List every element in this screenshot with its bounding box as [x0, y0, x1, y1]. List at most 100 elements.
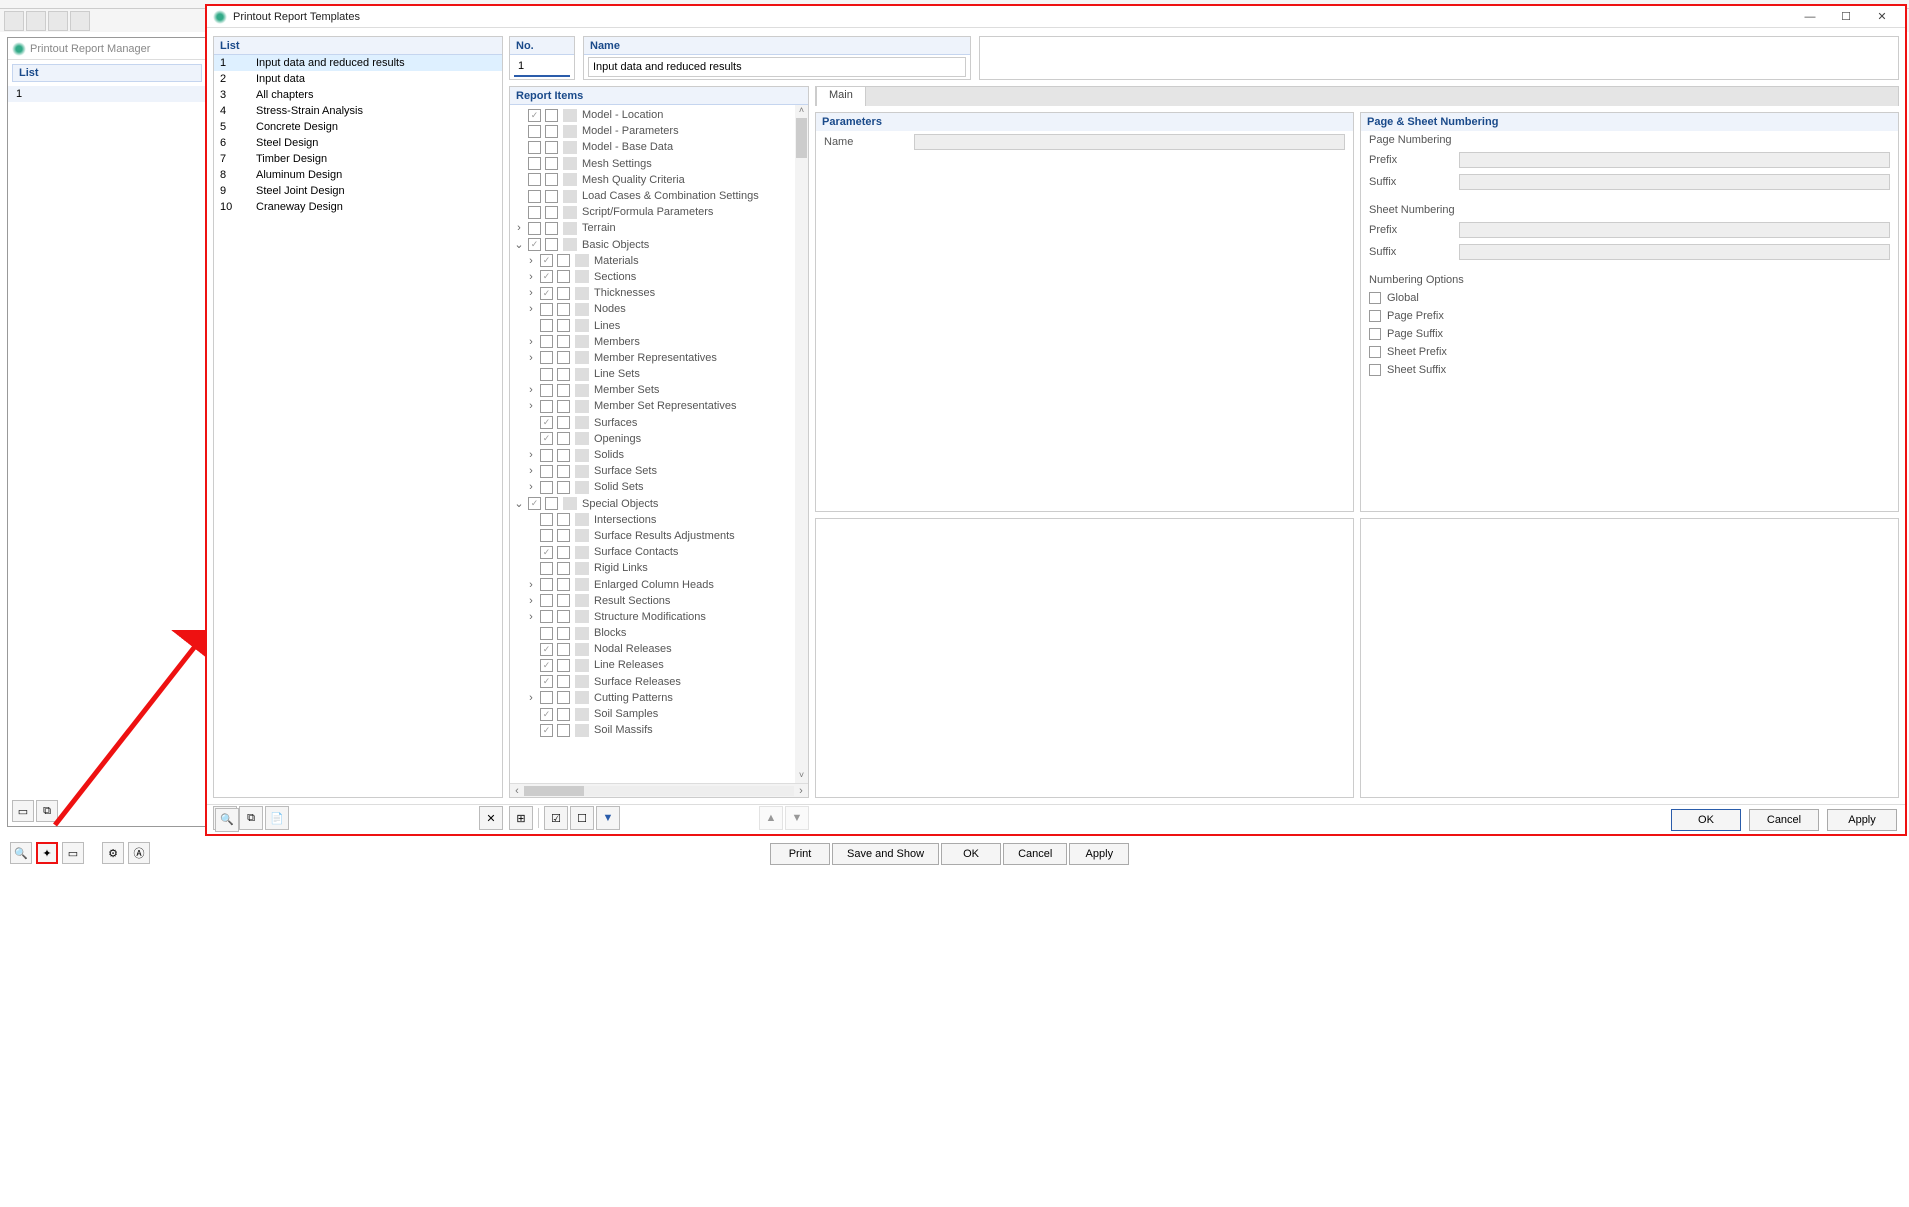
tree-checkbox[interactable]	[540, 481, 553, 494]
tree-item[interactable]: ›Enlarged Column Heads	[510, 576, 808, 592]
tree-checkbox-2[interactable]	[557, 400, 570, 413]
apply-button-bg[interactable]: Apply	[1069, 843, 1129, 865]
tree-checkbox-2[interactable]	[545, 109, 558, 122]
numbering-option-row[interactable]: Sheet Prefix	[1361, 343, 1898, 361]
option-checkbox[interactable]	[1369, 292, 1381, 304]
tree-checkbox[interactable]	[528, 190, 541, 203]
option-checkbox[interactable]	[1369, 310, 1381, 322]
tree-checkbox[interactable]	[540, 724, 553, 737]
tree-checkbox[interactable]	[540, 708, 553, 721]
tree-item[interactable]: ›Surface Sets	[510, 463, 808, 479]
tree-checkbox-2[interactable]	[557, 351, 570, 364]
expand-icon[interactable]: ›	[524, 692, 538, 704]
copy-button[interactable]: ⧉	[36, 800, 58, 822]
tree-checkbox[interactable]	[528, 125, 541, 138]
tree-checkbox-2[interactable]	[557, 562, 570, 575]
toolbar-btn[interactable]	[70, 11, 90, 31]
tree-item[interactable]: Script/Formula Parameters	[510, 204, 808, 220]
option-checkbox[interactable]	[1369, 346, 1381, 358]
template-list-row[interactable]: 9Steel Joint Design	[214, 183, 502, 199]
template-list-row[interactable]: 8Aluminum Design	[214, 167, 502, 183]
tree-item[interactable]: Intersections	[510, 512, 808, 528]
sheet-prefix-input[interactable]	[1459, 222, 1890, 238]
numbering-option-row[interactable]: Page Suffix	[1361, 325, 1898, 343]
tree-item[interactable]: Surface Releases	[510, 674, 808, 690]
scroll-left-icon[interactable]: ‹	[510, 785, 524, 797]
tree-checkbox-2[interactable]	[557, 659, 570, 672]
tree-checkbox-2[interactable]	[557, 724, 570, 737]
ok-button[interactable]: OK	[1671, 809, 1741, 831]
template-list-row[interactable]: 2Input data	[214, 71, 502, 87]
export-button[interactable]: ▭	[62, 842, 84, 864]
tree-checkbox-2[interactable]	[557, 287, 570, 300]
tree-checkbox[interactable]	[540, 513, 553, 526]
tree-item[interactable]: Soil Samples	[510, 706, 808, 722]
tree-checkbox[interactable]	[540, 643, 553, 656]
tree-checkbox[interactable]	[528, 141, 541, 154]
tree-checkbox[interactable]	[528, 173, 541, 186]
expand-icon[interactable]: ›	[524, 481, 538, 493]
numbering-option-row[interactable]: Sheet Suffix	[1361, 361, 1898, 379]
tree-item[interactable]: ›Solid Sets	[510, 479, 808, 495]
expand-icon[interactable]: ›	[524, 271, 538, 283]
page-prefix-input[interactable]	[1459, 152, 1890, 168]
tree-item[interactable]: ›Member Representatives	[510, 350, 808, 366]
expand-icon[interactable]: ›	[524, 303, 538, 315]
tree-checkbox-2[interactable]	[557, 610, 570, 623]
cancel-button-bg[interactable]: Cancel	[1003, 843, 1067, 865]
tree-checkbox[interactable]	[540, 270, 553, 283]
tree-item[interactable]: ›Cutting Patterns	[510, 690, 808, 706]
tree-checkbox-2[interactable]	[545, 190, 558, 203]
tree-checkbox[interactable]	[540, 400, 553, 413]
tree-item[interactable]: Mesh Quality Criteria	[510, 172, 808, 188]
tree-checkbox[interactable]	[540, 578, 553, 591]
expand-icon[interactable]: ›	[524, 579, 538, 591]
expand-icon[interactable]: ›	[524, 336, 538, 348]
expand-icon[interactable]: ›	[512, 222, 526, 234]
name-input[interactable]	[588, 57, 966, 77]
tree-checkbox-2[interactable]	[557, 335, 570, 348]
help-button-dialog[interactable]: 🔍	[215, 808, 239, 832]
expand-icon[interactable]: ⌄	[512, 238, 526, 251]
tree-item[interactable]: Load Cases & Combination Settings	[510, 188, 808, 204]
expand-icon[interactable]: ⌄	[512, 497, 526, 510]
tree-checkbox[interactable]	[540, 562, 553, 575]
tree-item[interactable]: Rigid Links	[510, 560, 808, 576]
tree-checkbox[interactable]	[540, 449, 553, 462]
tree-checkbox-2[interactable]	[557, 594, 570, 607]
scroll-right-icon[interactable]: ›	[794, 785, 808, 797]
tree-checkbox-2[interactable]	[545, 173, 558, 186]
tree-item[interactable]: Surface Contacts	[510, 544, 808, 560]
tree-checkbox-2[interactable]	[545, 206, 558, 219]
tree-checkbox[interactable]	[540, 287, 553, 300]
tree-hscrollbar[interactable]: ‹ ›	[510, 783, 808, 797]
expand-icon[interactable]: ›	[524, 595, 538, 607]
tree-checkbox-2[interactable]	[545, 222, 558, 235]
tree-checkbox-2[interactable]	[557, 416, 570, 429]
tree-checkbox-2[interactable]	[557, 546, 570, 559]
option-checkbox[interactable]	[1369, 364, 1381, 376]
manager-list-row[interactable]: 1	[8, 86, 206, 102]
cancel-button[interactable]: Cancel	[1749, 809, 1819, 831]
tree-item[interactable]: ›Member Set Representatives	[510, 398, 808, 414]
tree-item[interactable]: Model - Parameters	[510, 123, 808, 139]
tree-item[interactable]: ›Members	[510, 334, 808, 350]
expand-icon[interactable]: ›	[524, 465, 538, 477]
language-button[interactable]: Ⓐ	[128, 842, 150, 864]
tree-item[interactable]: ›Sections	[510, 269, 808, 285]
option-checkbox[interactable]	[1369, 328, 1381, 340]
tree-item[interactable]: ›Materials	[510, 253, 808, 269]
tree-item[interactable]: Line Releases	[510, 657, 808, 673]
tree-item[interactable]: Openings	[510, 431, 808, 447]
tree-checkbox-2[interactable]	[557, 691, 570, 704]
tree-checkbox-2[interactable]	[557, 708, 570, 721]
tree-item[interactable]: ›Nodes	[510, 301, 808, 317]
tree-checkbox[interactable]	[540, 610, 553, 623]
scroll-down-icon[interactable]: ˅	[795, 770, 808, 783]
ok-button-bg[interactable]: OK	[941, 843, 1001, 865]
tree-checkbox[interactable]	[540, 675, 553, 688]
scroll-up-icon[interactable]: ˄	[795, 105, 808, 118]
no-input[interactable]	[514, 57, 570, 77]
expand-icon[interactable]: ›	[524, 287, 538, 299]
save-show-button[interactable]: Save and Show	[832, 843, 939, 865]
